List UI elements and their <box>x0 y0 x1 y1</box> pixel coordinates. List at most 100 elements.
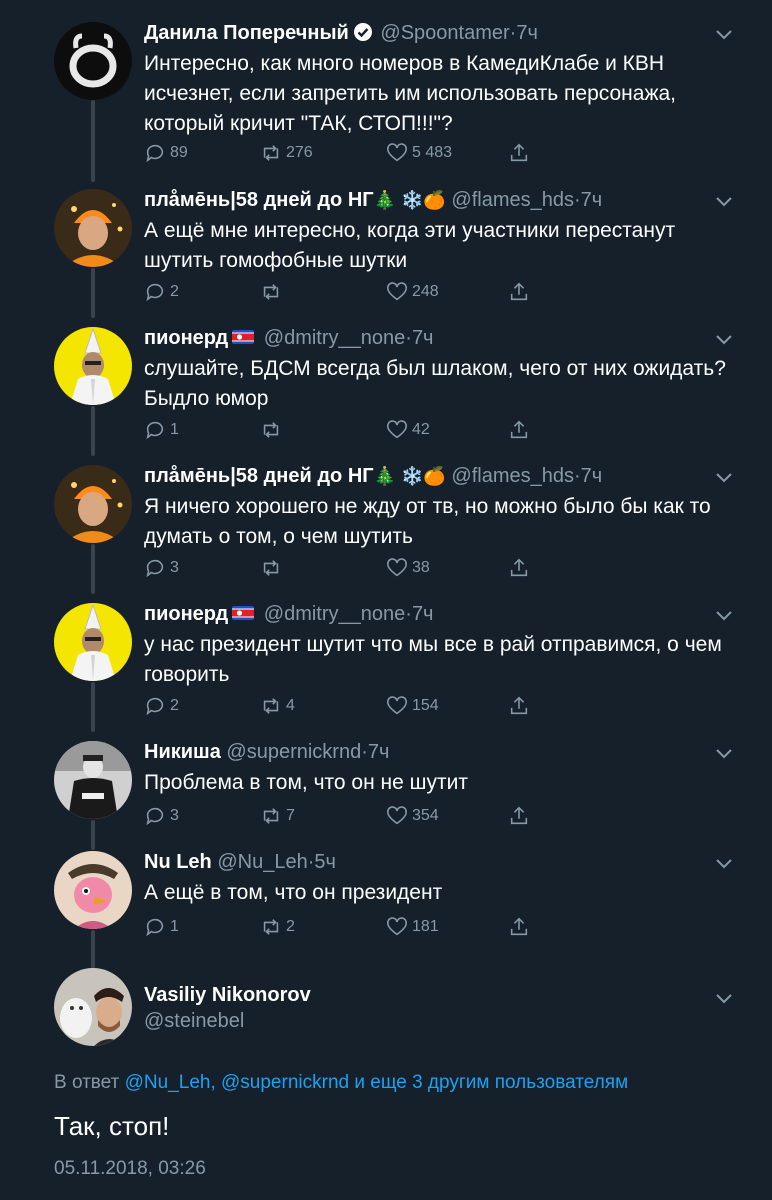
retweet-count: 2 <box>286 918 295 935</box>
retweet-button[interactable] <box>260 279 286 305</box>
tweet[interactable]: Данила Поперечный @Spoontamer·7ч Интерес… <box>0 18 772 168</box>
tweet-time[interactable]: 7ч <box>516 22 538 44</box>
avatar[interactable] <box>54 741 132 819</box>
share-button[interactable] <box>508 693 530 719</box>
like-button[interactable]: 181 <box>386 914 439 940</box>
share-icon <box>510 143 528 162</box>
retweet-button[interactable] <box>260 555 286 581</box>
thread-line <box>91 820 95 850</box>
reply-button[interactable]: 2 <box>144 693 179 719</box>
retweet-button[interactable]: 4 <box>260 693 295 719</box>
chevron-down-icon[interactable] <box>714 329 734 349</box>
reply-icon <box>146 807 164 826</box>
reply-button[interactable]: 2 <box>144 279 179 305</box>
name-emoji: 🎄 ❄️🍊 <box>373 190 446 210</box>
chevron-down-icon[interactable] <box>714 191 734 211</box>
reply-prefix: В ответ <box>54 1072 120 1093</box>
author-handle[interactable]: @Spoontamer <box>380 22 509 44</box>
tweet-text: Проблема в том, что он не шутит <box>144 771 468 794</box>
author-name[interactable]: Данила Поперечный <box>144 22 349 44</box>
like-button[interactable]: 42 <box>386 417 430 443</box>
chevron-down-icon[interactable] <box>714 24 734 44</box>
author-handle[interactable]: @supernickrnd <box>226 741 361 763</box>
author-handle[interactable]: @flames_hds <box>451 465 574 487</box>
tweet-time[interactable]: 7ч <box>581 189 603 211</box>
reply-recipients-link[interactable]: @Nu_Leh, @supernickrnd и еще 3 другим по… <box>125 1072 629 1093</box>
retweet-button[interactable]: 2 <box>260 914 295 940</box>
share-button[interactable] <box>508 140 530 166</box>
tweet-actions: 3 38 <box>144 555 544 581</box>
share-button[interactable] <box>508 279 530 305</box>
author-name[interactable]: плåмēнь|58 дней до НГ <box>144 189 374 211</box>
author-handle[interactable]: @dmitry__none <box>264 327 405 349</box>
tweet-actions: 1 2 181 <box>144 914 544 940</box>
chevron-down-icon[interactable] <box>714 988 734 1008</box>
reply-button[interactable]: 1 <box>144 914 179 940</box>
retweet-icon <box>263 145 279 161</box>
tweet[interactable]: Никиша @supernickrnd·7ч Проблема в том, … <box>0 737 772 837</box>
avatar[interactable] <box>54 465 132 543</box>
tweet-time[interactable]: 5ч <box>314 851 336 873</box>
tweet[interactable]: Nu Leh @Nu_Leh·5ч А ещё в том, что он пр… <box>0 847 772 947</box>
like-count: 248 <box>412 283 439 300</box>
author-name[interactable]: Никиша <box>144 741 221 763</box>
avatar[interactable] <box>54 327 132 405</box>
avatar[interactable] <box>54 603 132 681</box>
reply-button[interactable]: 3 <box>144 555 179 581</box>
retweet-button[interactable]: 7 <box>260 803 295 829</box>
author-handle[interactable]: @Nu_Leh <box>217 851 307 873</box>
tweet-text: у нас президент шутит что мы все в рай о… <box>144 633 722 686</box>
tweet-timestamp[interactable]: 05.11.2018, 03:26 <box>54 1158 206 1180</box>
verified-badge-icon <box>353 23 372 41</box>
avatar[interactable] <box>54 22 132 100</box>
retweet-icon <box>263 808 279 824</box>
chevron-down-icon[interactable] <box>714 743 734 763</box>
share-button[interactable] <box>508 803 530 829</box>
retweet-button[interactable]: 276 <box>260 140 313 166</box>
reply-button[interactable]: 89 <box>144 140 188 166</box>
tweet-time[interactable]: 7ч <box>581 465 603 487</box>
avatar[interactable] <box>54 189 132 267</box>
chevron-down-icon[interactable] <box>714 853 734 873</box>
thread-line <box>91 406 95 456</box>
chevron-down-icon[interactable] <box>714 605 734 625</box>
avatar[interactable] <box>54 851 132 929</box>
like-button[interactable]: 5 483 <box>386 140 452 166</box>
author-handle[interactable]: @flames_hds <box>451 189 574 211</box>
retweet-icon <box>263 560 279 576</box>
share-icon <box>510 282 528 301</box>
avatar[interactable] <box>54 968 132 1046</box>
author-name[interactable]: пионерд <box>144 603 228 625</box>
like-button[interactable]: 248 <box>386 279 439 305</box>
like-button[interactable]: 38 <box>386 555 430 581</box>
tweet-time[interactable]: 7ч <box>368 741 390 763</box>
author-handle[interactable]: @dmitry__none <box>264 603 405 625</box>
tweet[interactable]: пионерд @dmitry__none·7ч слушайте, БДСМ … <box>0 323 772 453</box>
flag-icon <box>232 330 255 344</box>
tweet[interactable]: плåмēнь|58 дней до НГ🎄 ❄️🍊 @flames_hds·7… <box>0 461 772 591</box>
author-name[interactable]: Vasiliy Nikonorov <box>144 984 311 1006</box>
retweet-icon <box>263 698 279 714</box>
share-icon <box>510 917 528 936</box>
author-handle[interactable]: @steinebel <box>144 1010 244 1032</box>
like-button[interactable]: 354 <box>386 803 439 829</box>
tweet[interactable]: пионерд @dmitry__none·7ч у нас президент… <box>0 599 772 729</box>
tweet[interactable]: плåмēнь|58 дней до НГ🎄 ❄️🍊 @flames_hds·7… <box>0 185 772 315</box>
share-button[interactable] <box>508 555 530 581</box>
like-button[interactable]: 154 <box>386 693 439 719</box>
tweet-time[interactable]: 7ч <box>412 603 434 625</box>
reply-icon <box>146 421 164 440</box>
author-name[interactable]: Nu Leh <box>144 851 212 873</box>
author-name[interactable]: плåмēнь|58 дней до НГ <box>144 465 374 487</box>
share-button[interactable] <box>508 914 530 940</box>
like-count: 354 <box>412 807 439 824</box>
tweet-time[interactable]: 7ч <box>412 327 434 349</box>
chevron-down-icon[interactable] <box>714 467 734 487</box>
heart-icon <box>387 282 407 301</box>
author-name[interactable]: пионерд <box>144 327 228 349</box>
tweet-text: А ещё в том, что он президент <box>144 881 443 904</box>
share-button[interactable] <box>508 417 530 443</box>
reply-button[interactable]: 3 <box>144 803 179 829</box>
reply-button[interactable]: 1 <box>144 417 179 443</box>
retweet-button[interactable] <box>260 417 286 443</box>
